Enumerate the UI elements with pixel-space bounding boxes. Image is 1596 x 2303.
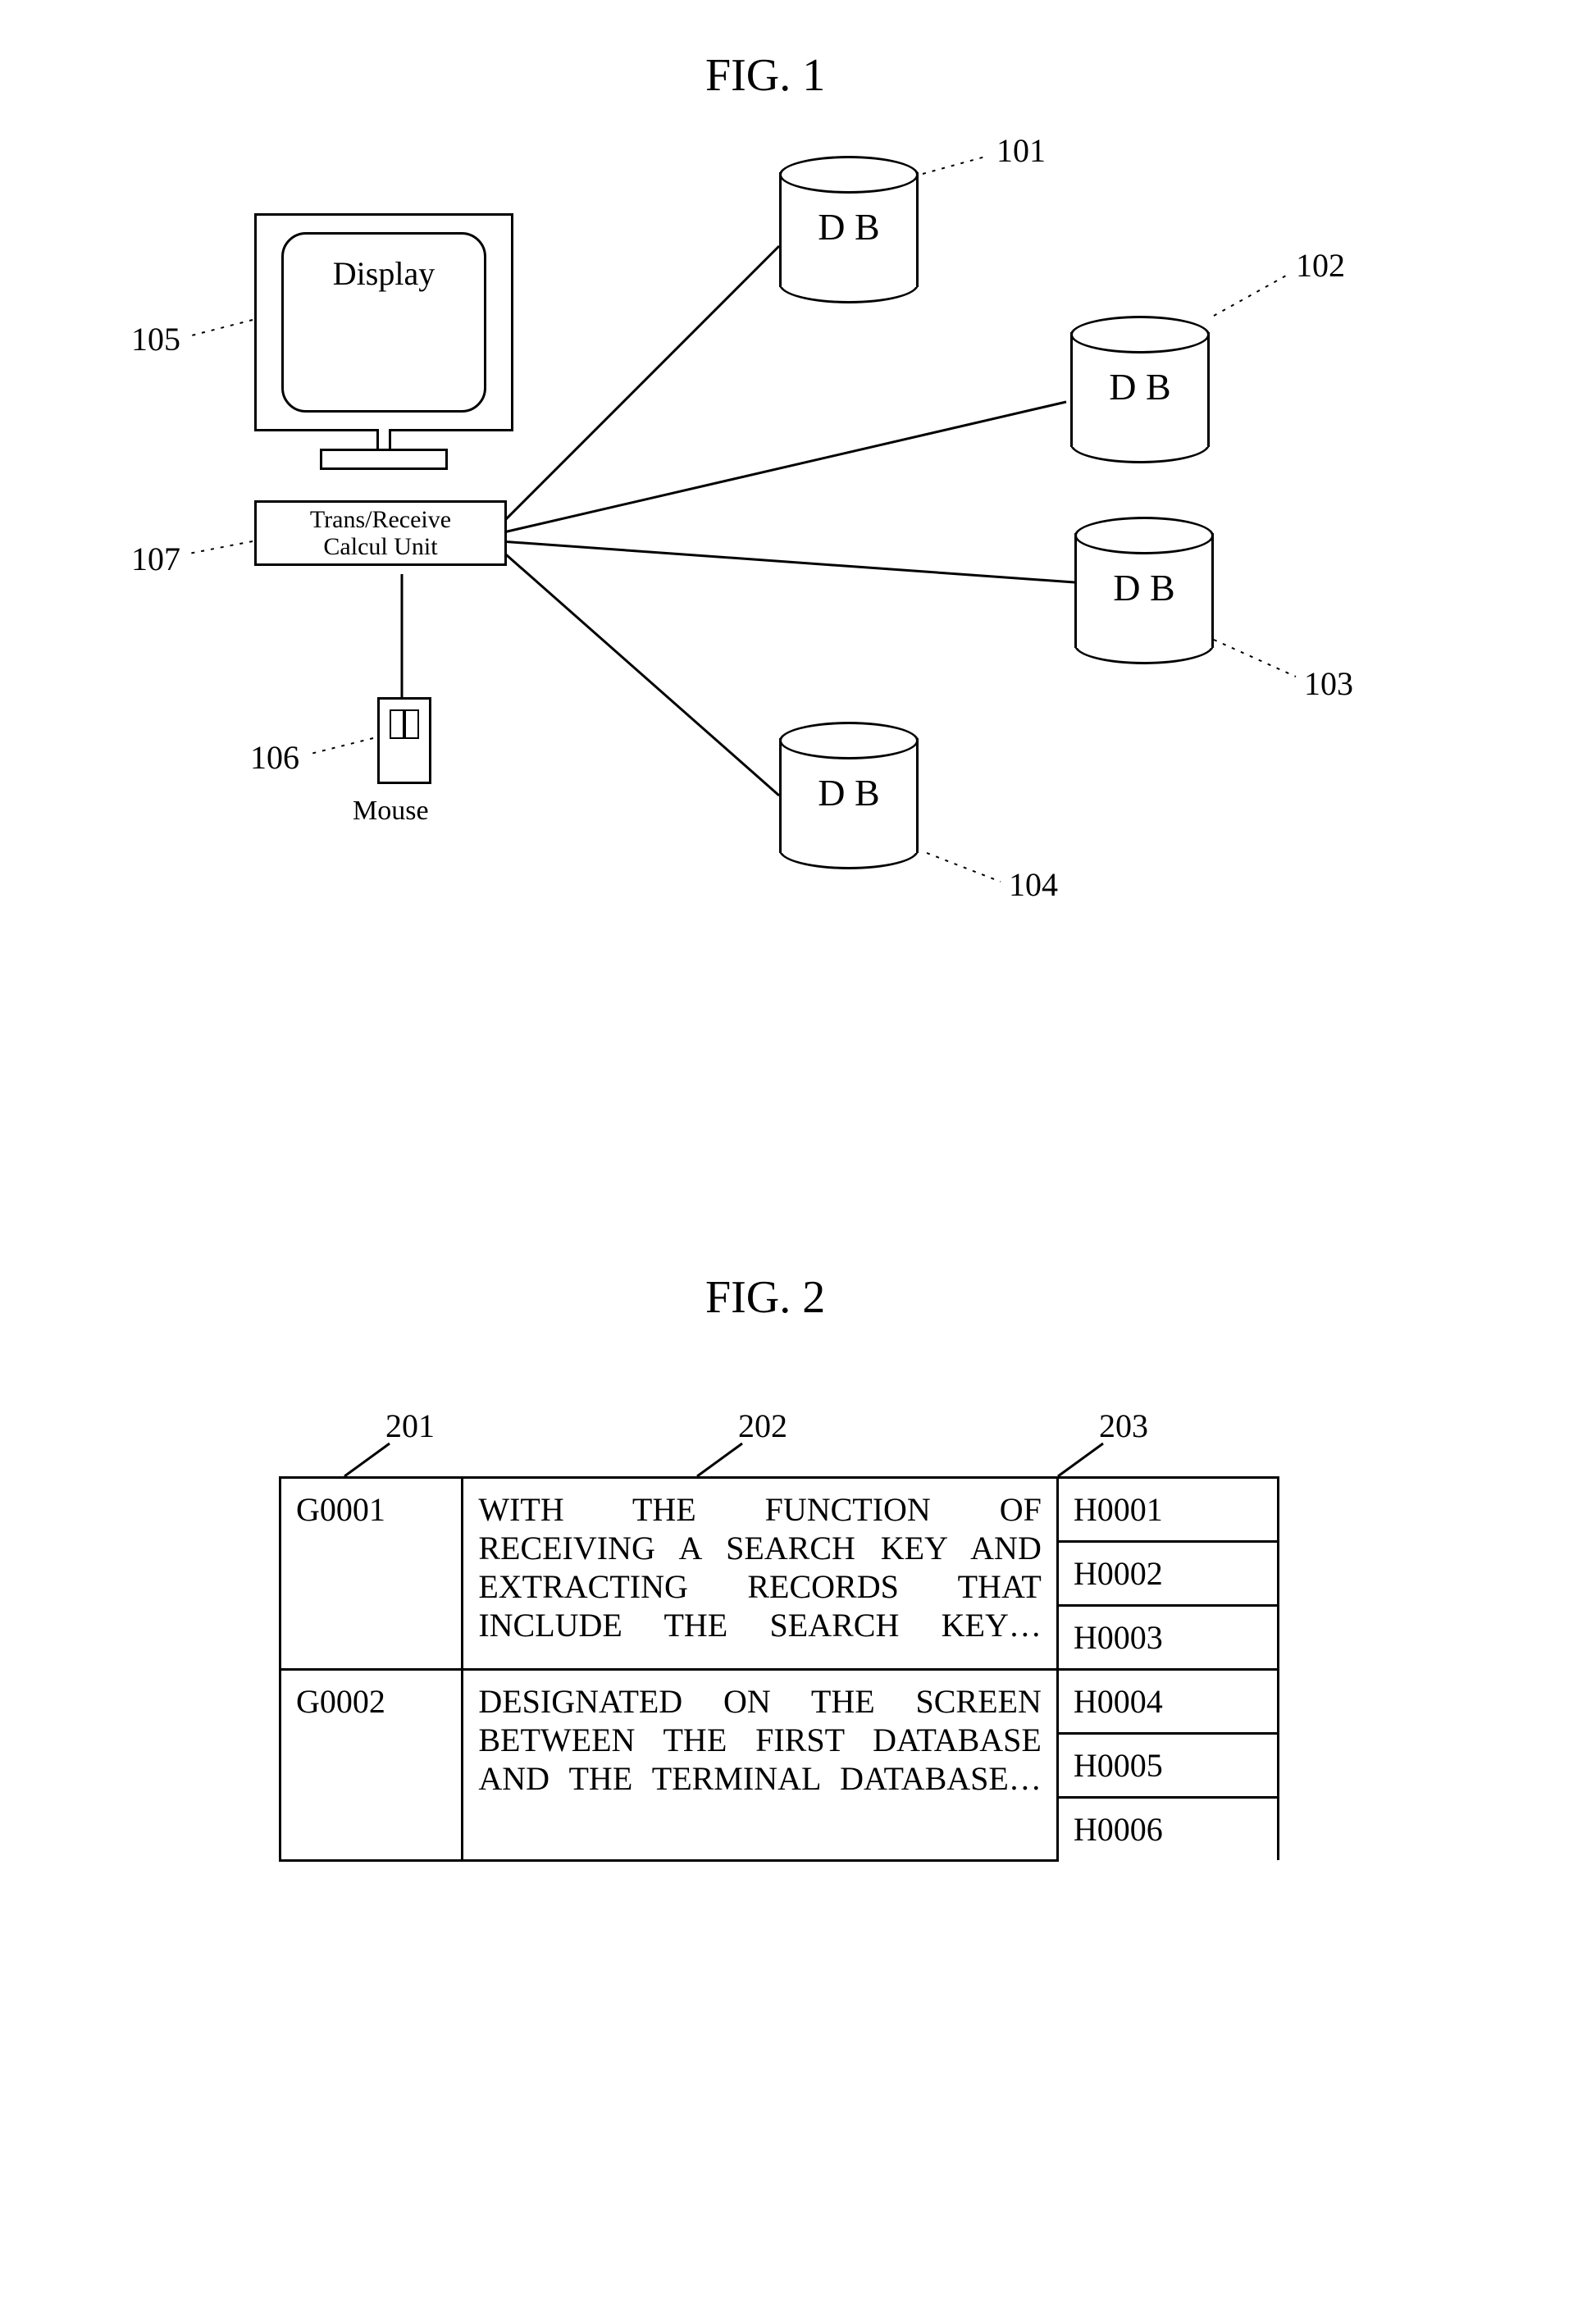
figure-2-label: FIG. 2 xyxy=(705,1271,825,1324)
unit-line2: Calcul Unit xyxy=(262,533,499,560)
db-label: D B xyxy=(1074,566,1214,609)
ref-104: 104 xyxy=(1009,865,1058,904)
database-104: D B xyxy=(779,722,919,869)
ref-107: 107 xyxy=(131,540,180,578)
database-102: D B xyxy=(1070,316,1210,463)
mouse-icon xyxy=(377,697,431,784)
ref-103: 103 xyxy=(1304,664,1353,703)
ref-102: 102 xyxy=(1296,246,1345,285)
ref-105: 105 xyxy=(131,320,180,358)
figure-2: 201 202 203 G0001 WITH THE FUNCTION OF R… xyxy=(230,1329,1378,2149)
database-103: D B xyxy=(1074,517,1214,664)
display-monitor: Display xyxy=(254,213,513,431)
db-label: D B xyxy=(779,205,919,249)
db-label: D B xyxy=(1070,365,1210,408)
figure-1: D B D B D B D B Display Trans/Receive Ca… xyxy=(246,148,1394,968)
ref-106: 106 xyxy=(250,738,299,777)
mouse-label: Mouse xyxy=(353,796,429,827)
unit-line1: Trans/Receive xyxy=(262,506,499,533)
display-screen-label: Display xyxy=(281,232,486,413)
database-101: D B xyxy=(779,156,919,303)
figure-1-label: FIG. 1 xyxy=(705,49,825,102)
db-label: D B xyxy=(779,771,919,814)
ref-101: 101 xyxy=(996,131,1046,170)
trans-receive-calcul-unit: Trans/Receive Calcul Unit xyxy=(254,500,507,566)
